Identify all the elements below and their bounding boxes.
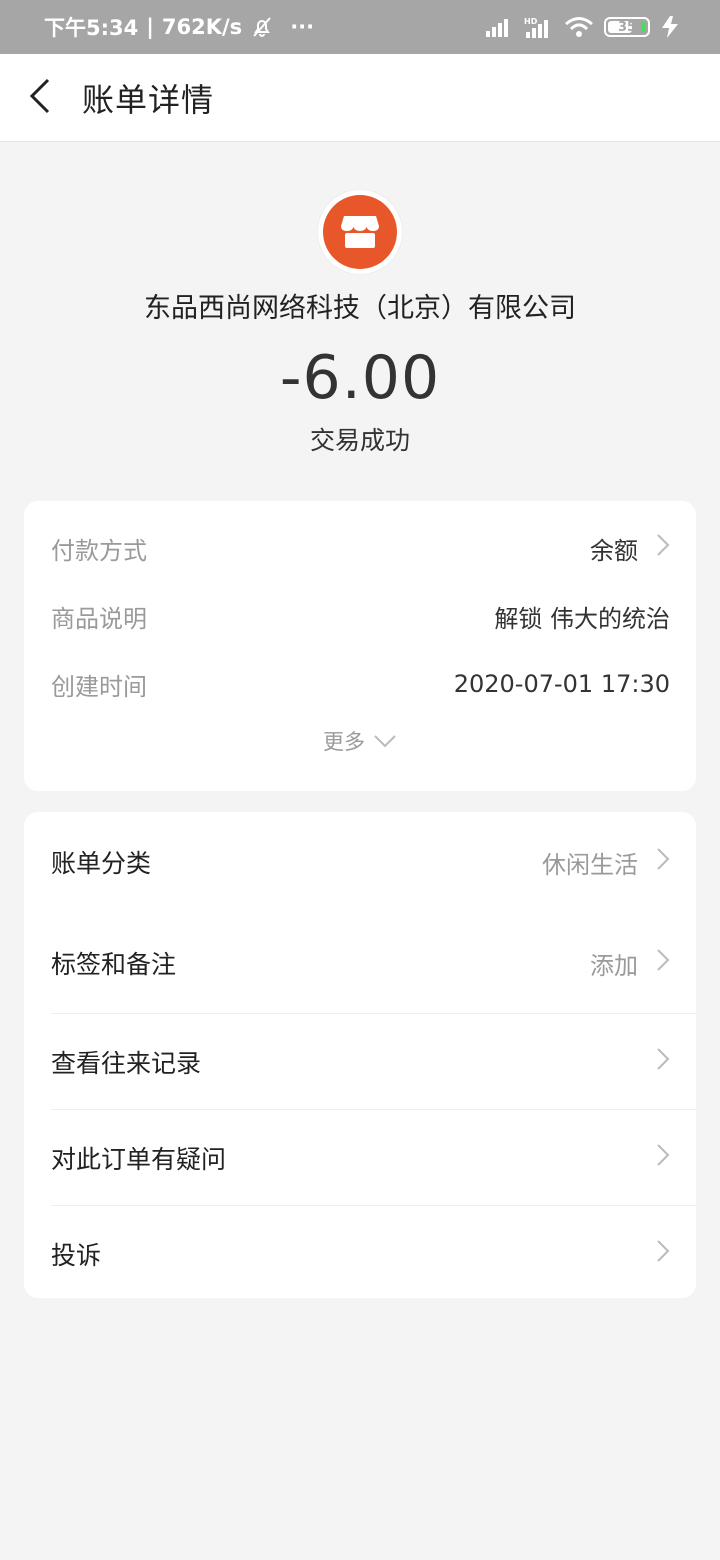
chevron-right-icon — [656, 1143, 670, 1173]
charging-icon — [660, 16, 680, 38]
complaint-row[interactable]: 投诉 — [24, 1206, 696, 1302]
status-time: 下午5:34 — [44, 16, 139, 40]
order-question-row[interactable]: 对此订单有疑问 — [24, 1110, 696, 1206]
order-question-label: 对此订单有疑问 — [51, 1145, 227, 1174]
status-bar: 下午5:34 | 762K/s ··· HD 35 — [0, 0, 720, 54]
bill-category-value: 休闲生活 — [542, 850, 638, 879]
tags-notes-label: 标签和备注 — [51, 950, 177, 979]
chevron-right-icon — [656, 533, 670, 563]
store-icon — [323, 195, 397, 269]
complaint-label: 投诉 — [51, 1241, 102, 1270]
payment-method-value: 余额 — [590, 536, 638, 565]
chevron-right-icon — [656, 1239, 670, 1269]
transaction-status: 交易成功 — [309, 426, 410, 455]
more-button[interactable]: 更多 — [24, 726, 696, 756]
tags-notes-value: 添加 — [590, 951, 638, 980]
battery-level: 35 — [617, 19, 637, 35]
back-button[interactable] — [0, 54, 80, 142]
payment-method-label: 付款方式 — [51, 536, 147, 565]
bell-off-icon — [250, 15, 274, 39]
transaction-amount: -6.00 — [279, 343, 441, 413]
status-separator: | — [146, 15, 154, 39]
more-dots: ··· — [290, 15, 315, 39]
more-label: 更多 — [323, 730, 365, 754]
view-history-row[interactable]: 查看往来记录 — [24, 1014, 696, 1110]
product-desc-value: 解锁 伟大的统治 — [494, 604, 670, 633]
signal-hd-icon: HD — [524, 16, 554, 38]
bill-category-row[interactable]: 账单分类 休闲生活 — [24, 812, 696, 912]
product-desc-row: 商品说明 解锁 伟大的统治 — [24, 582, 696, 650]
create-time-value: 2020-07-01 17:30 — [453, 670, 670, 698]
merchant-summary: 东品西尚网络科技（北京）有限公司 -6.00 交易成功 — [0, 190, 720, 457]
chevron-down-icon — [373, 729, 397, 753]
create-time-label: 创建时间 — [51, 672, 147, 701]
product-desc-label: 商品说明 — [51, 604, 147, 633]
signal-icon — [486, 17, 514, 37]
chevron-left-icon — [28, 78, 52, 118]
create-time-row: 创建时间 2020-07-01 17:30 — [24, 650, 696, 718]
network-speed: 762K/s — [161, 15, 243, 39]
payment-method-row[interactable]: 付款方式 余额 — [24, 514, 696, 582]
svg-text:HD: HD — [524, 17, 538, 26]
tags-notes-row[interactable]: 标签和备注 添加 — [24, 912, 696, 1014]
menu-card: 账单分类 休闲生活 标签和备注 添加 查看往来记录 对此订单有疑问 投诉 — [24, 812, 696, 1298]
chevron-right-icon — [656, 847, 670, 877]
detail-card: 付款方式 余额 商品说明 解锁 伟大的统治 创建时间 2020-07-01 17… — [24, 501, 696, 791]
merchant-name: 东品西尚网络科技（北京）有限公司 — [144, 293, 576, 324]
chevron-right-icon — [656, 1047, 670, 1077]
page-title: 账单详情 — [82, 80, 215, 119]
wifi-icon — [564, 16, 594, 38]
battery-icon: 35 — [604, 17, 650, 37]
chevron-right-icon — [656, 948, 670, 978]
header-bar: 账单详情 — [0, 54, 720, 142]
bill-category-label: 账单分类 — [51, 849, 152, 878]
merchant-avatar — [318, 190, 402, 274]
view-history-label: 查看往来记录 — [51, 1049, 202, 1078]
